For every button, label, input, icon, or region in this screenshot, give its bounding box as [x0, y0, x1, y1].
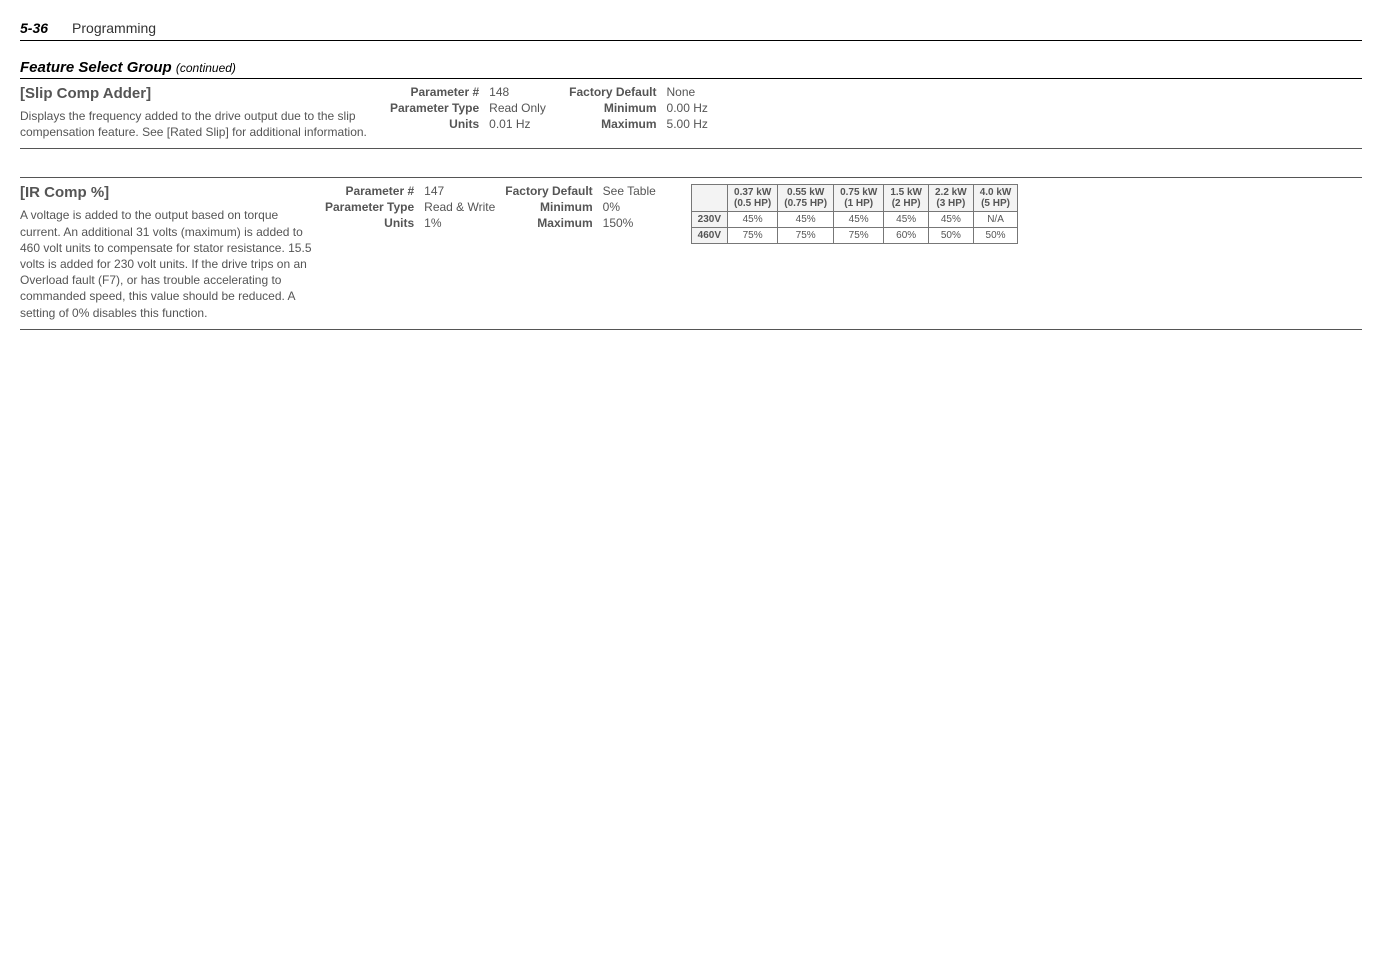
label-units: Units: [325, 216, 414, 230]
table-header-blank: [691, 185, 727, 212]
header-top: 0.55 kW: [787, 187, 824, 198]
label-parameter-type: Parameter Type: [325, 200, 414, 214]
table-cell: 45%: [834, 212, 884, 228]
row-label: 460V: [691, 228, 727, 244]
table-cell: N/A: [973, 212, 1018, 228]
table-cell: 45%: [884, 212, 929, 228]
description-column: [IR Comp %] A voltage is added to the ou…: [20, 184, 325, 320]
parameter-name: [Slip Comp Adder]: [20, 85, 378, 102]
value-parameter-number: 147: [424, 184, 495, 198]
table-header: 1.5 kW (2 HP): [884, 185, 929, 212]
parameter-meta: Parameter # 148 Factory Default None Par…: [390, 85, 737, 140]
parameter-block-slip-comp-adder: [Slip Comp Adder] Displays the frequency…: [20, 79, 1362, 149]
value-factory-default: See Table: [603, 184, 673, 198]
value-maximum: 5.00 Hz: [667, 117, 737, 131]
value-minimum: 0.00 Hz: [667, 101, 737, 115]
table-row: 460V 75% 75% 75% 60% 50% 50%: [691, 228, 1018, 244]
parameter-block-ir-comp: [IR Comp %] A voltage is added to the ou…: [20, 177, 1362, 329]
table-cell: 45%: [778, 212, 834, 228]
label-factory-default: Factory Default: [569, 85, 656, 99]
parameter-description: Displays the frequency added to the driv…: [20, 108, 378, 140]
label-factory-default: Factory Default: [505, 184, 592, 198]
table-cell: 45%: [929, 212, 974, 228]
label-minimum: Minimum: [569, 101, 656, 115]
label-units: Units: [390, 117, 479, 131]
table-cell: 75%: [728, 228, 778, 244]
page-header: 5-36 Programming: [20, 20, 1362, 41]
header-sub: (3 HP): [935, 198, 967, 209]
label-parameter-number: Parameter #: [325, 184, 414, 198]
power-table-column: 0.37 kW (0.5 HP) 0.55 kW (0.75 HP) 0.75 …: [673, 184, 1362, 320]
header-sub: (1 HP): [840, 198, 877, 209]
value-parameter-type: Read & Write: [424, 200, 495, 214]
label-minimum: Minimum: [505, 200, 592, 214]
header-sub: (2 HP): [890, 198, 922, 209]
value-parameter-type: Read Only: [489, 101, 559, 115]
header-sub: (0.5 HP): [734, 198, 771, 209]
value-units: 0.01 Hz: [489, 117, 559, 131]
label-parameter-number: Parameter #: [390, 85, 479, 99]
table-header-row: 0.37 kW (0.5 HP) 0.55 kW (0.75 HP) 0.75 …: [691, 185, 1018, 212]
table-cell: 50%: [929, 228, 974, 244]
row-label: 230V: [691, 212, 727, 228]
table-header: 0.55 kW (0.75 HP): [778, 185, 834, 212]
header-top: 2.2 kW: [935, 187, 967, 198]
value-factory-default: None: [667, 85, 737, 99]
table-row: 230V 45% 45% 45% 45% 45% N/A: [691, 212, 1018, 228]
group-title-text: Feature Select Group: [20, 59, 172, 76]
table-header: 0.37 kW (0.5 HP): [728, 185, 778, 212]
label-parameter-type: Parameter Type: [390, 101, 479, 115]
header-top: 0.75 kW: [840, 187, 877, 198]
header-top: 1.5 kW: [890, 187, 922, 198]
value-maximum: 150%: [603, 216, 673, 230]
parameter-name: [IR Comp %]: [20, 184, 313, 201]
page-number: 5-36: [20, 20, 48, 36]
table-cell: 50%: [973, 228, 1018, 244]
power-rating-table: 0.37 kW (0.5 HP) 0.55 kW (0.75 HP) 0.75 …: [691, 184, 1019, 244]
value-parameter-number: 148: [489, 85, 559, 99]
page-section-title: Programming: [72, 20, 156, 36]
table-cell: 75%: [834, 228, 884, 244]
table-cell: 60%: [884, 228, 929, 244]
group-title-continued: (continued): [176, 61, 236, 75]
value-units: 1%: [424, 216, 495, 230]
description-column: [Slip Comp Adder] Displays the frequency…: [20, 85, 390, 140]
header-sub: (0.75 HP): [784, 198, 827, 209]
parameter-description: A voltage is added to the output based o…: [20, 207, 313, 320]
table-header: 0.75 kW (1 HP): [834, 185, 884, 212]
header-top: 0.37 kW: [734, 187, 771, 198]
table-cell: 45%: [728, 212, 778, 228]
header-sub: (5 HP): [980, 198, 1012, 209]
header-top: 4.0 kW: [980, 187, 1012, 198]
group-title: Feature Select Group (continued): [20, 59, 1362, 79]
label-maximum: Maximum: [505, 216, 592, 230]
table-header: 2.2 kW (3 HP): [929, 185, 974, 212]
table-header: 4.0 kW (5 HP): [973, 185, 1018, 212]
value-minimum: 0%: [603, 200, 673, 214]
table-cell: 75%: [778, 228, 834, 244]
parameter-meta: Parameter # 147 Factory Default See Tabl…: [325, 184, 673, 320]
label-maximum: Maximum: [569, 117, 656, 131]
